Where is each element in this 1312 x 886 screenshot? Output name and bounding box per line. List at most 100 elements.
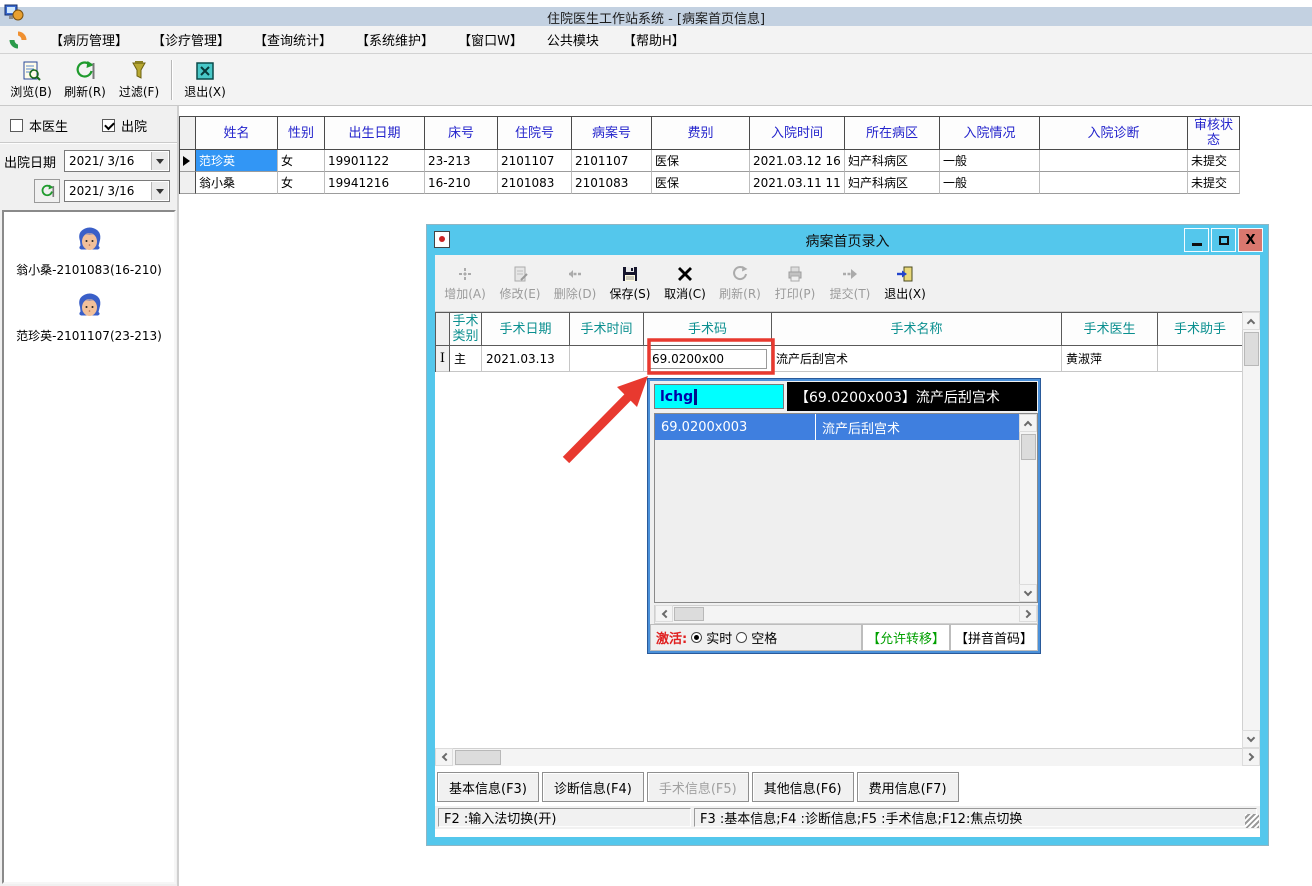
surgery-date-cell[interactable]: 2021.03.13 <box>482 346 570 372</box>
table-cell[interactable]: 23-213 <box>425 150 498 172</box>
scrollbar-thumb[interactable] <box>1244 332 1259 366</box>
table-cell[interactable]: 2101107 <box>498 150 572 172</box>
browse-button[interactable]: 浏览(B) <box>4 56 58 104</box>
column-header[interactable]: 手术助手 <box>1158 313 1243 346</box>
column-header[interactable]: 费别 <box>652 117 750 150</box>
table-cell[interactable]: 妇产科病区 <box>845 150 940 172</box>
code-result-item-selected[interactable]: 69.0200x003 流产后刮宫术 <box>655 414 1037 440</box>
table-cell[interactable]: 一般 <box>940 150 1040 172</box>
column-header[interactable]: 入院时间 <box>750 117 845 150</box>
surgery-code-cell[interactable]: 69.0200x00 <box>644 346 772 372</box>
scroll-up-button[interactable] <box>1019 414 1037 432</box>
table-cell[interactable]: 19941216 <box>325 172 425 194</box>
scrollbar-thumb[interactable] <box>455 750 501 765</box>
exit-button[interactable]: 退出(X) <box>178 56 232 104</box>
surgery-assistant-cell[interactable] <box>1158 346 1243 372</box>
date-from-dropdown-button[interactable] <box>151 152 168 170</box>
table-cell[interactable] <box>1040 150 1188 172</box>
tab-fee-info[interactable]: 费用信息(F7) <box>856 772 959 802</box>
realtime-radio[interactable] <box>691 632 703 643</box>
tab-basic-info[interactable]: 基本信息(F3) <box>437 772 539 802</box>
tab-diagnosis-info[interactable]: 诊断信息(F4) <box>541 772 644 802</box>
scroll-left-button[interactable] <box>435 748 453 766</box>
allow-transfer-button[interactable]: 【允许转移】 <box>861 624 950 651</box>
column-header[interactable]: 病案号 <box>572 117 652 150</box>
column-header[interactable]: 手术码 <box>644 313 772 346</box>
column-header[interactable]: 所在病区 <box>845 117 940 150</box>
scroll-up-button[interactable] <box>1242 312 1260 330</box>
dialog-titlebar[interactable]: 病案首页录入 X <box>427 225 1268 255</box>
surgery-doctor-cell[interactable]: 黄淑萍 <box>1062 346 1158 372</box>
dialog-exit-button[interactable]: 退出(X) <box>879 257 931 309</box>
code-search-input[interactable]: lchg <box>654 384 784 409</box>
table-cell[interactable]: 女 <box>278 172 325 194</box>
table-cell[interactable] <box>1040 172 1188 194</box>
my-doctor-checkbox[interactable] <box>10 119 23 132</box>
table-cell[interactable]: 范珍英 <box>196 150 278 172</box>
cancel-button[interactable]: 取消(C) <box>659 257 711 309</box>
table-cell[interactable]: 翁小桑 <box>196 172 278 194</box>
maximize-button[interactable] <box>1211 228 1236 252</box>
scroll-right-button[interactable] <box>1019 605 1037 622</box>
refresh-button[interactable]: 刷新(R) <box>58 56 112 104</box>
surgery-time-cell[interactable] <box>570 346 644 372</box>
filter-button[interactable]: 过滤(F) <box>112 56 166 104</box>
result-list-hscrollbar[interactable] <box>654 605 1038 624</box>
menu-item-public-modules[interactable]: 公共模块 <box>535 30 611 49</box>
close-button[interactable]: X <box>1238 228 1263 252</box>
table-cell[interactable]: 未提交 <box>1188 150 1240 172</box>
scrollbar-thumb[interactable] <box>1021 434 1036 460</box>
date-to-dropdown-button[interactable] <box>151 182 168 200</box>
scroll-down-button[interactable] <box>1019 584 1037 602</box>
row-selector[interactable] <box>180 172 196 194</box>
table-cell[interactable]: 2101083 <box>498 172 572 194</box>
column-header[interactable]: 性别 <box>278 117 325 150</box>
table-cell[interactable]: 2021.03.12 16 <box>750 150 845 172</box>
table-cell[interactable]: 妇产科病区 <box>845 172 940 194</box>
column-header[interactable]: 入院情况 <box>940 117 1040 150</box>
table-cell[interactable]: 医保 <box>652 150 750 172</box>
refresh-dates-button[interactable] <box>34 179 60 203</box>
patient-list-item[interactable]: 范珍英-2101107(23-213) <box>4 292 174 344</box>
column-header[interactable]: 住院号 <box>498 117 572 150</box>
table-cell[interactable]: 2101107 <box>572 150 652 172</box>
pinyin-initials-button[interactable]: 【拼音首码】 <box>949 624 1038 651</box>
table-cell[interactable]: 医保 <box>652 172 750 194</box>
menu-item-query-stats[interactable]: 【查询统计】 <box>242 30 344 49</box>
table-cell[interactable]: 未提交 <box>1188 172 1240 194</box>
column-header[interactable]: 审核状态 <box>1188 117 1240 150</box>
column-header[interactable]: 手术类别 <box>450 313 482 346</box>
result-list-vscrollbar[interactable] <box>1019 414 1037 602</box>
discharged-checkbox[interactable] <box>102 119 116 132</box>
scroll-right-button[interactable] <box>1242 748 1260 766</box>
scrollbar-thumb[interactable] <box>674 607 704 621</box>
date-from-picker[interactable]: 2021/ 3/16 <box>64 150 170 172</box>
date-to-picker[interactable]: 2021/ 3/16 <box>64 180 170 202</box>
table-cell[interactable]: 19901122 <box>325 150 425 172</box>
menu-item-diagnosis-mgmt[interactable]: 【诊疗管理】 <box>140 30 242 49</box>
column-header[interactable]: 手术医生 <box>1062 313 1158 346</box>
table-cell[interactable]: 16-210 <box>425 172 498 194</box>
surgery-table-vscrollbar[interactable] <box>1242 312 1260 748</box>
table-cell[interactable]: 2101083 <box>572 172 652 194</box>
patient-list-item[interactable]: 翁小桑-2101083(16-210) <box>4 226 174 278</box>
table-cell[interactable]: 2021.03.11 11 <box>750 172 845 194</box>
menu-item-medical-records[interactable]: 【病历管理】 <box>38 30 140 49</box>
surgery-type-cell[interactable]: 主 <box>450 346 482 372</box>
space-radio[interactable] <box>736 632 748 643</box>
table-cell[interactable]: 一般 <box>940 172 1040 194</box>
surgery-table-hscrollbar[interactable] <box>435 748 1260 766</box>
surgery-code-editor[interactable]: 69.0200x00 <box>648 348 767 369</box>
column-header[interactable]: 床号 <box>425 117 498 150</box>
scroll-down-button[interactable] <box>1242 730 1260 748</box>
save-button[interactable]: 保存(S) <box>604 257 656 309</box>
column-header[interactable]: 出生日期 <box>325 117 425 150</box>
surgery-name-cell[interactable]: 流产后刮宫术 <box>772 346 1062 372</box>
column-header[interactable]: 手术日期 <box>482 313 570 346</box>
minimize-button[interactable] <box>1184 228 1209 252</box>
column-header[interactable]: 姓名 <box>196 117 278 150</box>
column-header[interactable]: 手术名称 <box>772 313 1062 346</box>
column-header[interactable]: 入院诊断 <box>1040 117 1188 150</box>
tab-surgery-info[interactable]: 手术信息(F5) <box>646 772 749 802</box>
scroll-left-button[interactable] <box>655 605 673 622</box>
